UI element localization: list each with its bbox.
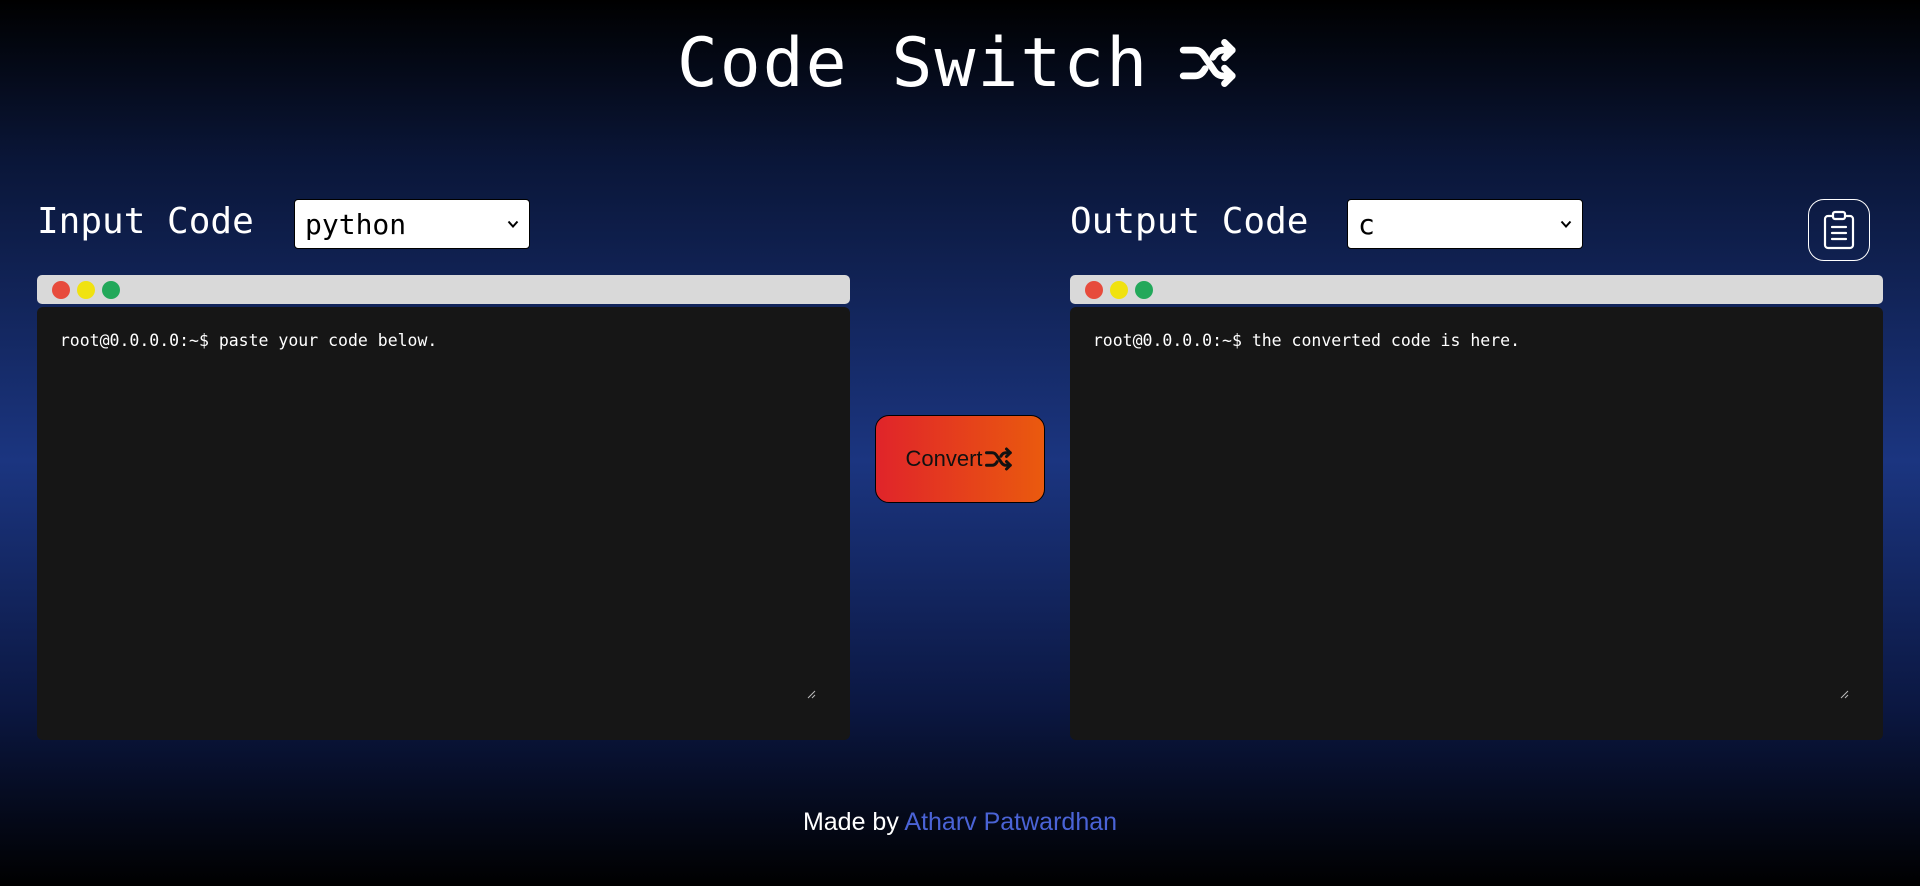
output-language-select[interactable]: c: [1347, 199, 1583, 249]
resize-handle-icon[interactable]: [807, 652, 847, 737]
chevron-down-icon: [1560, 219, 1572, 229]
close-dot: [1085, 280, 1103, 299]
output-code-label: Output Code: [1070, 201, 1309, 242]
input-code-label: Input Code: [37, 201, 254, 242]
chevron-down-icon: [507, 219, 519, 229]
output-code-textarea[interactable]: root@0.0.0.0:~$ the converted code is he…: [1070, 307, 1883, 740]
shuffle-icon: [1175, 32, 1243, 94]
maximize-dot: [1135, 280, 1153, 299]
page-header: Code Switch: [0, 18, 1920, 108]
author-link[interactable]: Atharv Patwardhan: [904, 808, 1117, 836]
convert-button-label: Convert: [905, 446, 983, 471]
input-terminal-titlebar: [37, 275, 850, 304]
page-title: Code Switch: [676, 23, 1150, 103]
footer-prefix: Made by: [802, 808, 905, 836]
resize-handle-icon[interactable]: [1840, 652, 1880, 737]
input-prompt-text: root@0.0.0.0:~$ paste your code below.: [59, 331, 438, 350]
close-dot: [52, 280, 70, 299]
copy-button[interactable]: [1808, 199, 1870, 261]
output-terminal-titlebar: [1070, 275, 1883, 304]
input-code-textarea[interactable]: root@0.0.0.0:~$ paste your code below.: [37, 307, 850, 740]
input-language-value: python: [305, 207, 407, 241]
minimize-dot: [1110, 280, 1128, 299]
maximize-dot: [102, 280, 120, 299]
shuffle-icon: [983, 444, 1015, 474]
output-language-value: c: [1358, 207, 1375, 241]
input-language-select[interactable]: python: [294, 199, 530, 249]
output-prompt-text: root@0.0.0.0:~$ the converted code is he…: [1092, 331, 1521, 350]
minimize-dot: [77, 280, 95, 299]
convert-button[interactable]: Convert: [875, 415, 1045, 503]
footer: Made by Atharv Patwardhan: [0, 808, 1920, 837]
clipboard-icon: [1822, 210, 1856, 250]
